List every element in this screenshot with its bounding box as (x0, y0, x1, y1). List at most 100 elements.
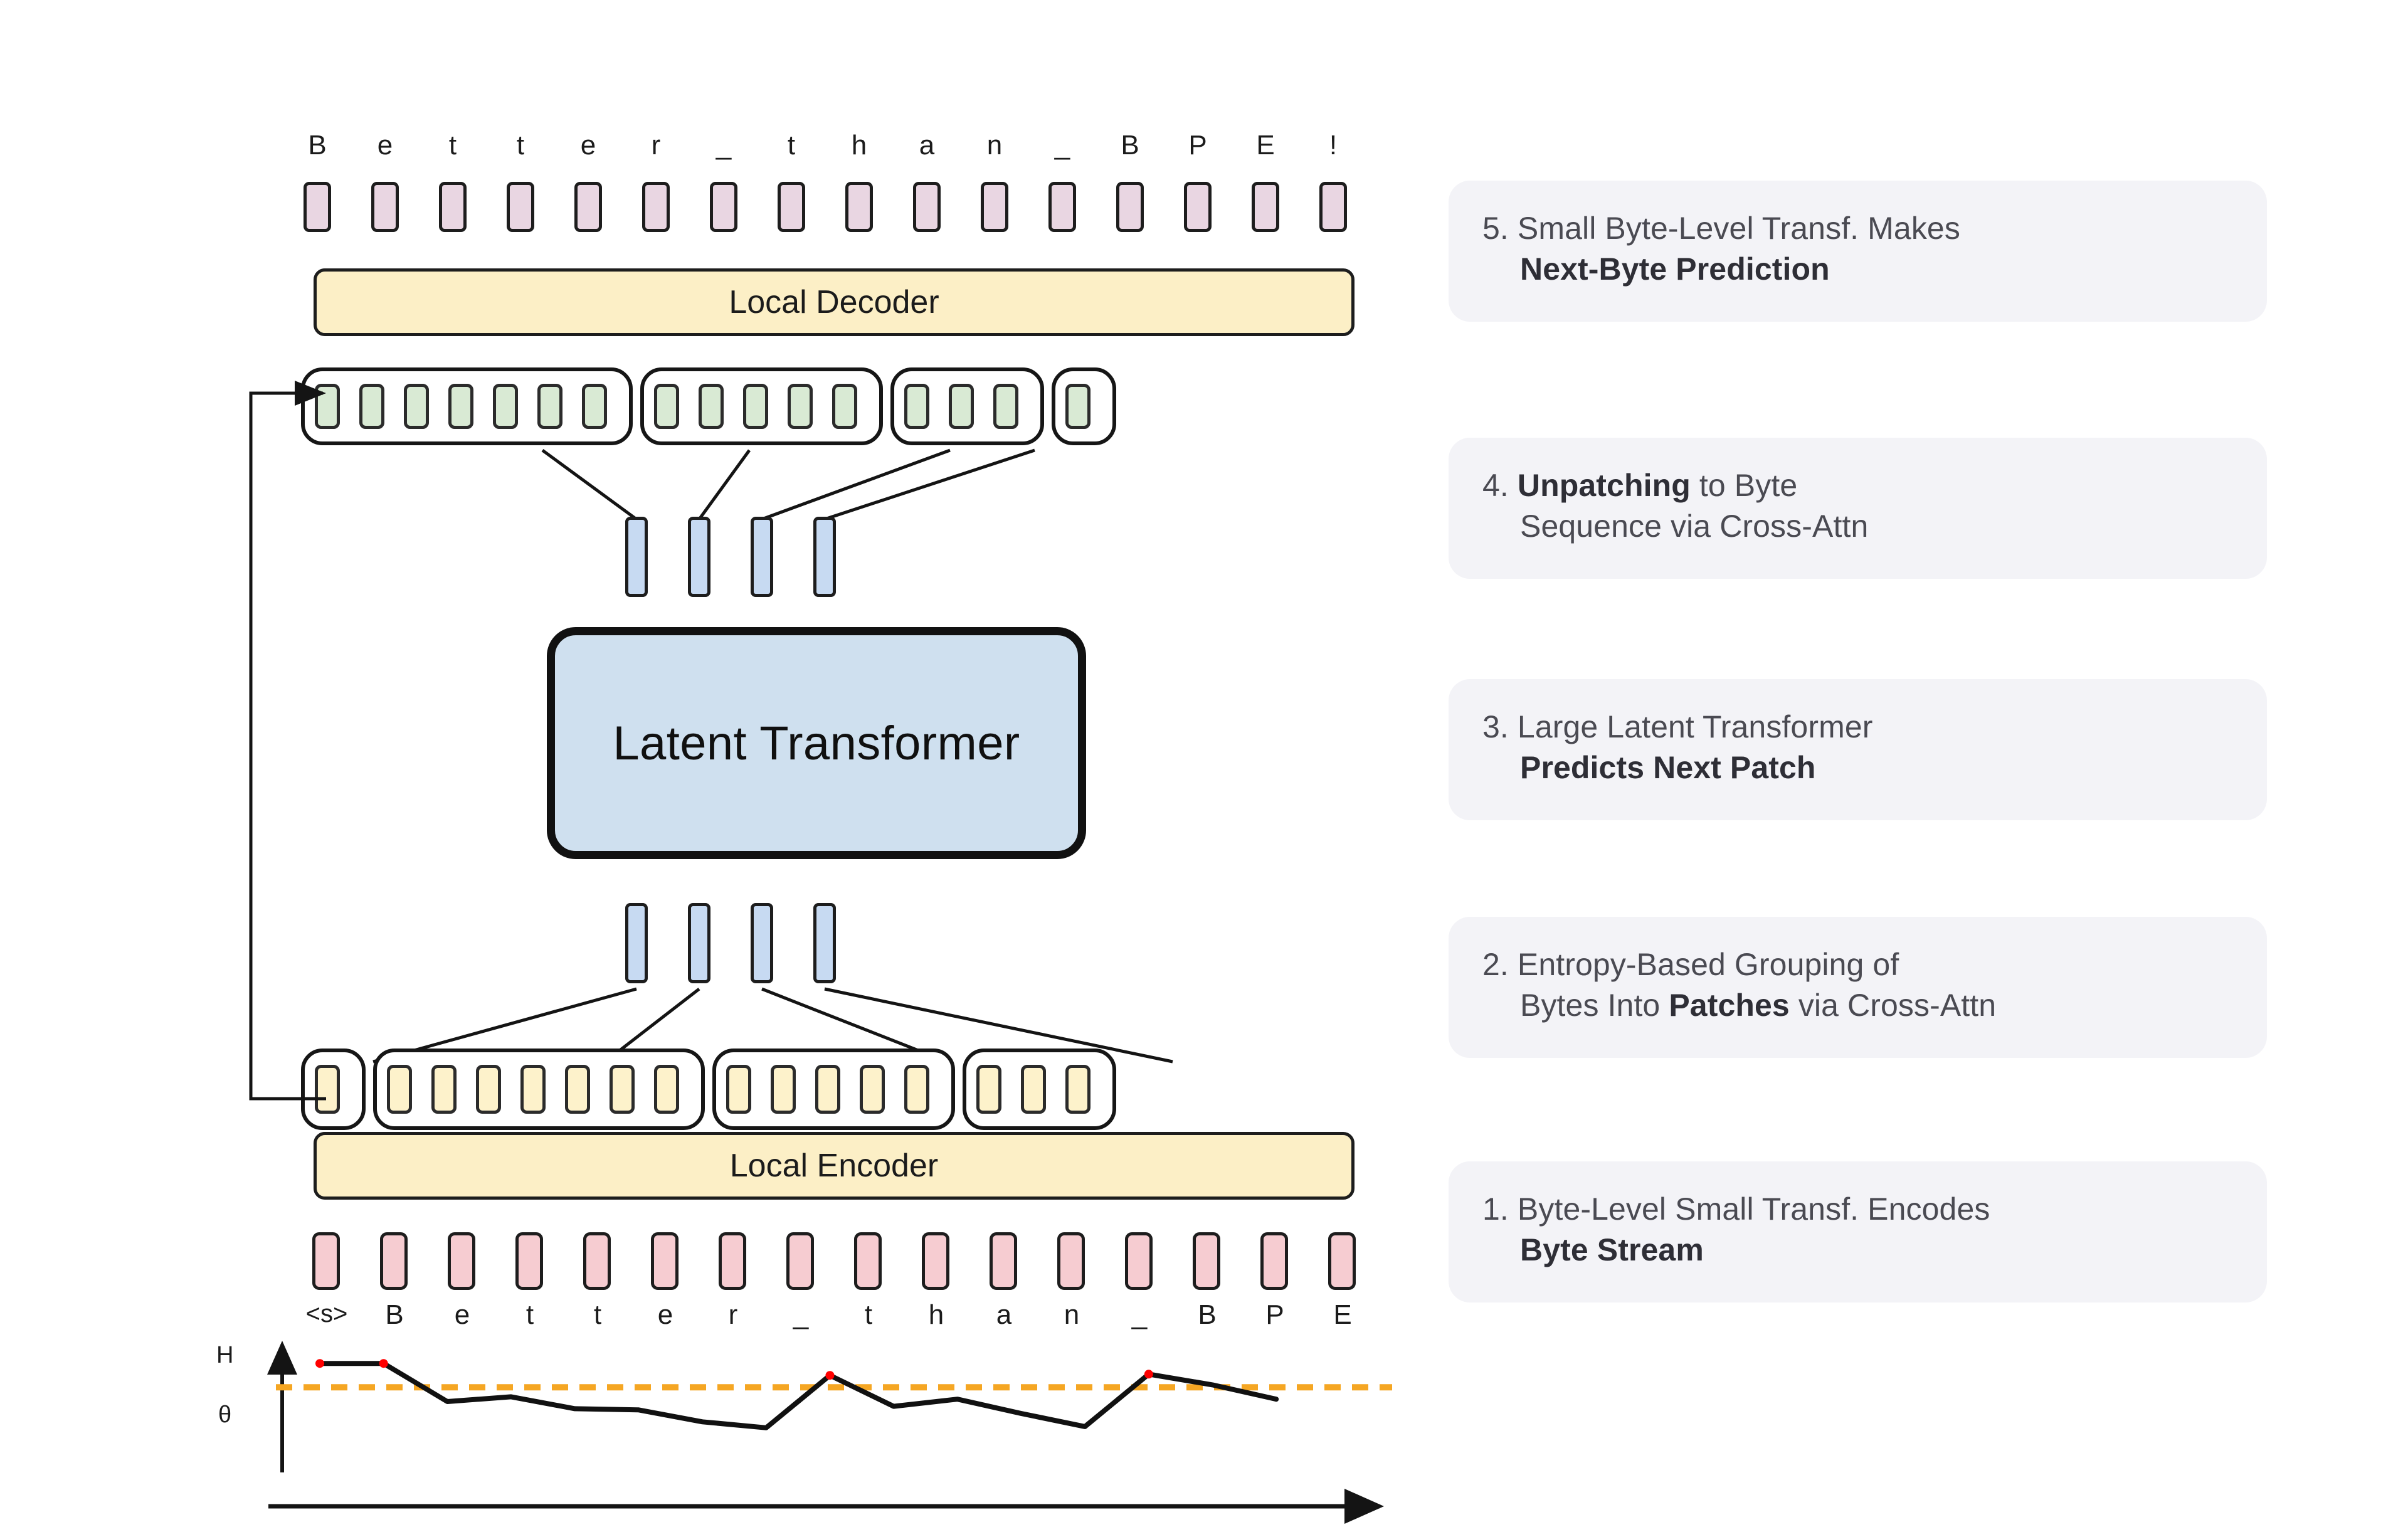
patch-vector-output[interactable] (688, 517, 710, 597)
input-byte-cell[interactable] (922, 1232, 949, 1290)
input-byte-cell[interactable] (719, 1232, 746, 1290)
output-byte-letter: n (986, 130, 1003, 161)
decoder-byte-cell[interactable] (1065, 384, 1090, 429)
step-card-3[interactable]: 3. Large Latent Transformer Predicts Nex… (1449, 679, 2267, 820)
output-byte-cell[interactable] (913, 182, 941, 232)
patch-vector-output[interactable] (625, 517, 648, 597)
patch-vector-input[interactable] (688, 903, 710, 983)
patch-vector-input[interactable] (625, 903, 648, 983)
encoder-byte-cell[interactable] (1065, 1065, 1090, 1114)
step-3-text-1: Large Latent Transformer (1517, 709, 1873, 744)
output-byte-cell[interactable] (1184, 182, 1212, 232)
decoder-byte-cell[interactable] (788, 384, 813, 429)
decoder-byte-cell[interactable] (537, 384, 562, 429)
output-byte-cell[interactable] (778, 182, 805, 232)
output-byte-cell[interactable] (710, 182, 737, 232)
input-byte-cell[interactable] (1328, 1232, 1356, 1290)
decoder-byte-cell[interactable] (949, 384, 974, 429)
step-card-5[interactable]: 5. Small Byte-Level Transf. Makes Next-B… (1449, 181, 2267, 322)
decoder-patch-group[interactable] (640, 367, 883, 445)
input-byte-cell[interactable] (786, 1232, 814, 1290)
step-1-line-2: Byte Stream (1482, 1230, 2236, 1271)
encoder-byte-cell[interactable] (565, 1065, 590, 1114)
decoder-byte-cell[interactable] (743, 384, 768, 429)
encoder-byte-cell[interactable] (904, 1065, 929, 1114)
encoder-patch-group[interactable] (373, 1049, 705, 1130)
local-encoder-box[interactable]: Local Encoder (314, 1132, 1354, 1200)
output-byte-cell[interactable] (574, 182, 602, 232)
input-byte-cell[interactable] (1193, 1232, 1220, 1290)
output-byte-letters-row: Be t t e r _ t h a n _ B P E! (295, 132, 1361, 169)
step-2-text-2-post: via Cross-Attn (1789, 988, 1997, 1023)
decoder-byte-cell[interactable] (448, 384, 473, 429)
output-byte-cell[interactable] (642, 182, 670, 232)
encoder-byte-cell[interactable] (815, 1065, 840, 1114)
output-byte-letter: _ (716, 130, 732, 161)
patch-vector-input[interactable] (751, 903, 773, 983)
decoder-patch-group[interactable] (890, 367, 1044, 445)
decoder-byte-cell[interactable] (832, 384, 857, 429)
input-byte-cell[interactable] (448, 1232, 475, 1290)
input-byte-cell[interactable] (1260, 1232, 1288, 1290)
output-byte-cell[interactable] (981, 182, 1008, 232)
output-byte-cell[interactable] (1319, 182, 1347, 232)
output-byte-cell[interactable] (371, 182, 399, 232)
output-byte-cell[interactable] (1048, 182, 1076, 232)
output-byte-cell[interactable] (845, 182, 873, 232)
encoder-byte-cell[interactable] (431, 1065, 457, 1114)
encoder-byte-cell[interactable] (726, 1065, 751, 1114)
output-byte-cell[interactable] (1116, 182, 1144, 232)
patch-vector-input[interactable] (813, 903, 836, 983)
encoder-byte-cell[interactable] (1021, 1065, 1046, 1114)
entropy-axis-label-H: H (216, 1342, 234, 1368)
decoder-byte-cell[interactable] (493, 384, 518, 429)
input-byte-cell[interactable] (380, 1232, 408, 1290)
encoder-patch-group[interactable] (712, 1049, 955, 1130)
decoder-patch-group[interactable] (1052, 367, 1116, 445)
step-card-2[interactable]: 2. Entropy-Based Grouping of Bytes Into … (1449, 917, 2267, 1058)
input-byte-cell[interactable] (651, 1232, 679, 1290)
input-byte-cell[interactable] (583, 1232, 611, 1290)
input-byte-cell[interactable] (990, 1232, 1017, 1290)
decoder-byte-cell[interactable] (699, 384, 724, 429)
step-2-number: 2. (1482, 947, 1509, 982)
input-byte-cell[interactable] (515, 1232, 543, 1290)
entropy-breakpoint-marker (825, 1371, 835, 1380)
input-byte-letter: e (657, 1299, 673, 1330)
local-decoder-box[interactable]: Local Decoder (314, 268, 1354, 336)
input-byte-letter: _ (793, 1299, 809, 1330)
encoder-byte-cell[interactable] (860, 1065, 885, 1114)
input-byte-cell[interactable] (312, 1232, 340, 1290)
patch-vector-output[interactable] (751, 517, 773, 597)
decoder-byte-cell[interactable] (904, 384, 929, 429)
encoder-byte-cell[interactable] (476, 1065, 501, 1114)
step-card-1[interactable]: 1. Byte-Level Small Transf. Encodes Byte… (1449, 1161, 2267, 1302)
step-3-number: 3. (1482, 709, 1509, 744)
input-byte-cell[interactable] (854, 1232, 882, 1290)
encoder-byte-cell[interactable] (654, 1065, 679, 1114)
output-byte-cell[interactable] (1252, 182, 1279, 232)
step-card-4[interactable]: 4. Unpatching to Byte Sequence via Cross… (1449, 438, 2267, 579)
entropy-breakpoint-marker (1144, 1370, 1153, 1379)
step-4-text-2: Sequence via Cross-Attn (1520, 509, 1869, 544)
encoder-byte-cell[interactable] (976, 1065, 1001, 1114)
decoder-byte-cell[interactable] (404, 384, 429, 429)
input-byte-letter: B (385, 1299, 404, 1330)
entropy-breakpoint-marker (379, 1359, 388, 1368)
input-byte-cell[interactable] (1125, 1232, 1153, 1290)
residual-feedback-arrow (249, 381, 326, 1101)
output-byte-cell[interactable] (507, 182, 534, 232)
latent-transformer-box[interactable]: Latent Transformer (547, 627, 1086, 859)
encoder-byte-cell[interactable] (520, 1065, 546, 1114)
decoder-byte-cell[interactable] (654, 384, 679, 429)
input-byte-cell[interactable] (1057, 1232, 1085, 1290)
encoder-byte-cell[interactable] (771, 1065, 796, 1114)
output-byte-cell[interactable] (304, 182, 331, 232)
encoder-patch-group[interactable] (963, 1049, 1116, 1130)
patch-vector-output[interactable] (813, 517, 836, 597)
encoder-byte-cell[interactable] (610, 1065, 635, 1114)
decoder-byte-cell[interactable] (993, 384, 1018, 429)
input-byte-letter: n (1064, 1299, 1080, 1330)
decoder-byte-cell[interactable] (582, 384, 607, 429)
output-byte-cell[interactable] (439, 182, 467, 232)
